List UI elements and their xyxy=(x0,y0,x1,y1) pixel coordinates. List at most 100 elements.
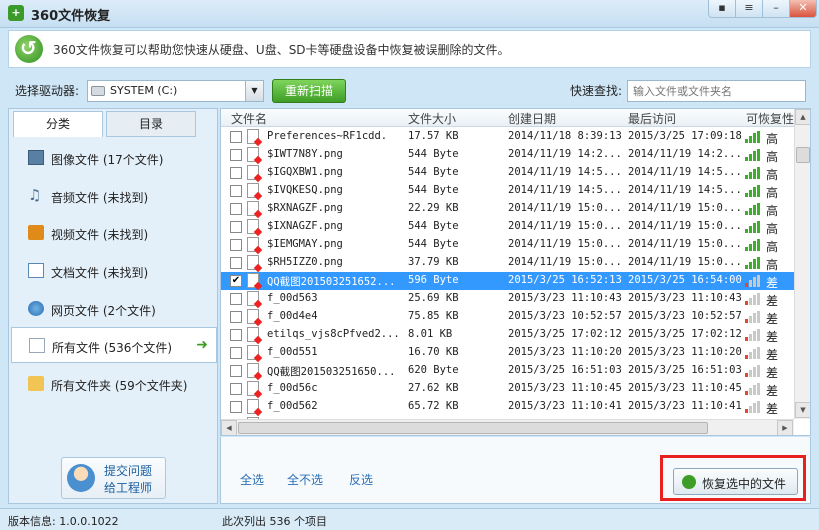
rescan-button[interactable]: 重新扫描 xyxy=(272,79,346,103)
column-header-name[interactable]: 文件名 xyxy=(231,110,267,127)
signal-bar xyxy=(757,257,760,269)
table-row[interactable]: ✔ QQ截图201503251652... 596 Byte 2015/3/25 16… xyxy=(221,272,794,290)
table-row[interactable]: $IWT7N8Y.png 544 Byte 2014/11/19 14:2... 20… xyxy=(221,146,794,164)
select-all-link[interactable]: 全选 xyxy=(240,471,264,488)
sidebar-item-images[interactable]: 图像文件 (17个文件) xyxy=(11,139,217,175)
row-checkbox[interactable] xyxy=(230,149,242,161)
recover-selected-button[interactable]: 恢复选中的文件 xyxy=(673,468,798,495)
file-name: f_00d563 xyxy=(267,292,318,304)
scroll-down-icon[interactable]: ▼ xyxy=(795,402,810,418)
row-checkbox[interactable] xyxy=(230,131,242,143)
sidebar-item-label: 图像文件 (17个文件) xyxy=(51,153,164,167)
app-logo-icon: + xyxy=(8,5,24,21)
row-checkbox[interactable] xyxy=(230,293,242,305)
row-checkbox[interactable] xyxy=(230,401,242,413)
signal-bar xyxy=(749,208,752,215)
hard-drive-icon xyxy=(91,86,105,96)
file-size: 65.72 KB xyxy=(408,400,459,412)
file-size: 16.70 KB xyxy=(408,346,459,358)
vertical-scrollbar[interactable]: ▲ ▼ xyxy=(794,109,810,419)
scroll-up-icon[interactable]: ▲ xyxy=(795,109,810,125)
row-checkbox[interactable] xyxy=(230,167,242,179)
table-row[interactable]: $RXNAGZF.png 22.29 KB 2014/11/19 15:0... 20… xyxy=(221,200,794,218)
scroll-thumb[interactable] xyxy=(238,422,708,434)
signal-bar xyxy=(753,169,756,179)
table-row[interactable]: $IEMGMAY.png 544 Byte 2014/11/19 15:0... 20… xyxy=(221,236,794,254)
table-row[interactable]: $IVQKESQ.png 544 Byte 2014/11/19 14:5... 20… xyxy=(221,182,794,200)
scroll-right-icon[interactable]: ▶ xyxy=(777,420,793,435)
scroll-thumb[interactable] xyxy=(796,147,810,163)
row-checkbox[interactable] xyxy=(230,329,242,341)
signal-bar xyxy=(749,226,752,233)
table-row[interactable]: QQ截图201503251650... 620 Byte 2015/3/25 16:… xyxy=(221,362,794,380)
tab-directory[interactable]: 目录 xyxy=(106,111,196,137)
table-row[interactable]: $IGQXBW1.png 544 Byte 2014/11/19 14:5... 20… xyxy=(221,164,794,182)
minimize-button[interactable]: – xyxy=(762,0,790,18)
table-row[interactable]: f_00d563 25.69 KB 2015/3/23 11:10:43 2015/3… xyxy=(221,290,794,308)
row-checkbox[interactable] xyxy=(230,365,242,377)
column-header-accessed[interactable]: 最后访问 xyxy=(628,110,676,127)
sidebar-item-all-folders[interactable]: 所有文件夹 (59个文件夹) xyxy=(11,365,217,401)
submit-issue-button[interactable]: 提交问题 给工程师 xyxy=(61,457,166,499)
signal-bar xyxy=(757,347,760,359)
file-size: 37.79 KB xyxy=(408,256,459,268)
signal-bar xyxy=(753,205,756,215)
horizontal-scrollbar[interactable]: ◀ ▶ xyxy=(221,419,794,435)
signal-bar xyxy=(749,172,752,179)
deleted-file-icon xyxy=(247,183,259,198)
row-checkbox[interactable] xyxy=(230,347,242,359)
table-row[interactable]: f_00d56c 27.62 KB 2015/3/23 11:10:45 2015/3… xyxy=(221,380,794,398)
signal-bar xyxy=(745,319,748,323)
column-header-created[interactable]: 创建日期 xyxy=(508,110,556,127)
sidebar-item-all-files[interactable]: 所有文件 (536个文件) ➜ xyxy=(11,327,217,363)
row-checkbox[interactable] xyxy=(230,383,242,395)
row-checkbox[interactable] xyxy=(230,185,242,197)
table-row[interactable]: etilqs_vjs8cPfved2... 8.01 KB 2015/3/25 17… xyxy=(221,326,794,344)
signal-bar xyxy=(745,247,748,251)
deleted-file-icon xyxy=(247,165,259,180)
drive-select[interactable]: SYSTEM (C:) ▼ xyxy=(87,80,264,102)
sidebar-item-web[interactable]: 网页文件 (2个文件) xyxy=(11,290,217,326)
signal-bar xyxy=(749,190,752,197)
sidebar-item-documents[interactable]: 文档文件 (未找到) xyxy=(11,252,217,288)
skin-button[interactable]: ▪ xyxy=(708,0,736,18)
chevron-down-icon[interactable]: ▼ xyxy=(245,81,263,101)
sidebar-item-audio[interactable]: ♫ 音频文件 (未找到) xyxy=(11,177,217,213)
signal-bar xyxy=(745,301,748,305)
file-size: 8.01 KB xyxy=(408,328,453,340)
file-name: QQ截图201503251652... xyxy=(267,276,396,288)
sidebar-item-video[interactable]: 视频文件 (未找到) xyxy=(11,214,217,250)
signal-bar xyxy=(753,295,756,305)
signal-bar xyxy=(749,406,752,413)
row-checkbox[interactable] xyxy=(230,203,242,215)
row-checkbox[interactable]: ✔ xyxy=(230,275,242,287)
scroll-left-icon[interactable]: ◀ xyxy=(221,420,237,435)
row-checkbox[interactable] xyxy=(230,221,242,233)
close-button[interactable]: ✕ xyxy=(789,0,817,18)
select-none-link[interactable]: 全不选 xyxy=(287,471,323,488)
tab-category[interactable]: 分类 xyxy=(13,111,103,137)
signal-bar xyxy=(745,283,748,287)
file-created: 2014/11/19 14:2... xyxy=(508,148,622,160)
table-row[interactable]: f_00d4e4 75.85 KB 2015/3/23 10:52:57 2015/3… xyxy=(221,308,794,326)
file-accessed: 2014/11/19 14:2... xyxy=(628,148,742,160)
row-checkbox[interactable] xyxy=(230,257,242,269)
search-input[interactable] xyxy=(627,80,806,102)
engineer-icon xyxy=(67,464,95,492)
table-row[interactable]: f_00d562 65.72 KB 2015/3/23 11:10:41 2015/3… xyxy=(221,398,794,416)
table-row[interactable]: Preferences~RF1cdd. 17.57 KB 2014/11/18 8:… xyxy=(221,128,794,146)
row-checkbox[interactable] xyxy=(230,311,242,323)
table-row[interactable]: f_00d551 16.70 KB 2015/3/23 11:10:20 2015/3… xyxy=(221,344,794,362)
recover-logo-icon xyxy=(15,35,43,63)
column-header-recoverability[interactable]: 可恢复性 xyxy=(746,110,794,127)
row-checkbox[interactable] xyxy=(230,239,242,251)
signal-bar xyxy=(749,316,752,323)
info-banner: 360文件恢复可以帮助您快速从硬盘、U盘、SD卡等硬盘设备中恢复被误删除的文件。 xyxy=(8,30,811,68)
table-row[interactable]: $RH5IZZ0.png 37.79 KB 2014/11/19 15:0... 20… xyxy=(221,254,794,272)
table-row[interactable]: $IXNAGZF.png 544 Byte 2014/11/19 15:0... 20… xyxy=(221,218,794,236)
file-name: f_00d56c xyxy=(267,382,318,394)
menu-button[interactable]: ≡ xyxy=(735,0,763,18)
invert-selection-link[interactable]: 反选 xyxy=(349,471,373,488)
column-header-size[interactable]: 文件大小 xyxy=(408,110,456,127)
recoverability-label: 差 xyxy=(766,348,779,362)
